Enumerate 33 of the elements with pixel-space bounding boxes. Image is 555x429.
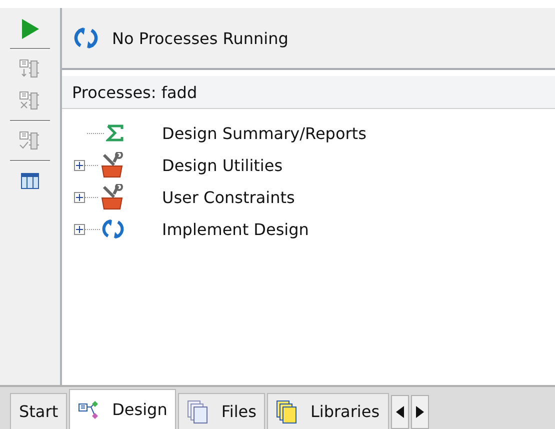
tree-item[interactable]: Design Utilities xyxy=(162,156,283,174)
expand-toggle[interactable] xyxy=(74,192,85,202)
left-arrow-icon xyxy=(396,406,404,418)
tab[interactable]: Libraries xyxy=(267,393,389,429)
tree-item[interactable]: Design Summary/Reports xyxy=(162,124,366,142)
sigma-icon xyxy=(106,124,124,142)
right-arrow-icon xyxy=(416,406,424,418)
tab[interactable]: Design xyxy=(69,389,176,429)
table-icon xyxy=(21,173,39,189)
chip-cross-icon xyxy=(19,90,41,112)
plus-icon xyxy=(76,194,83,200)
tab[interactable]: Files xyxy=(178,393,266,429)
toolbox-icon xyxy=(100,184,124,210)
plus-icon xyxy=(76,226,83,232)
panel-title: Processes: fadd xyxy=(62,76,555,109)
scroll-left-button[interactable] xyxy=(390,395,409,429)
scroll-right-button[interactable] xyxy=(410,395,429,429)
status-text: No Processes Running xyxy=(112,28,288,48)
tree-item[interactable]: User Constraints xyxy=(162,188,295,206)
toolbox-icon xyxy=(100,152,124,178)
refresh-icon xyxy=(74,26,98,50)
documents-icon xyxy=(276,400,298,424)
plus-icon xyxy=(76,162,83,168)
chip-arrow-icon xyxy=(19,58,41,80)
expand-toggle[interactable] xyxy=(74,160,85,170)
tab[interactable]: Start xyxy=(10,393,68,429)
diagram-icon xyxy=(78,400,100,418)
expand-toggle[interactable] xyxy=(74,224,85,234)
refresh-icon xyxy=(102,218,124,240)
tree-item[interactable]: Implement Design xyxy=(162,220,309,238)
chip-check-icon xyxy=(19,130,41,152)
play-icon xyxy=(20,18,40,40)
documents-icon xyxy=(187,400,210,424)
